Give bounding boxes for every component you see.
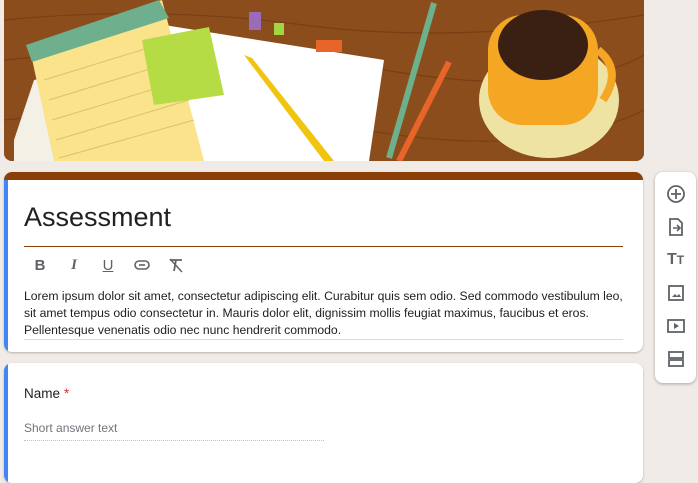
add-title-icon[interactable]: TT — [664, 248, 688, 271]
form-description[interactable]: Lorem ipsum dolor sit amet, consectetur … — [24, 288, 623, 339]
form-title[interactable]: Assessment — [24, 202, 171, 233]
add-section-icon[interactable] — [664, 347, 688, 370]
title-underline — [24, 246, 623, 247]
format-toolbar: B I U — [30, 254, 186, 276]
link-icon[interactable] — [132, 254, 152, 276]
question-title[interactable]: Name * — [24, 386, 69, 401]
header-image — [4, 0, 644, 161]
question-card[interactable]: Name * Short answer text — [4, 363, 643, 483]
active-indicator — [4, 180, 8, 352]
add-video-icon[interactable] — [664, 314, 688, 337]
required-mark: * — [64, 386, 70, 401]
side-toolbar: TT — [655, 172, 696, 383]
import-questions-icon[interactable] — [664, 215, 688, 238]
question-label: Name — [24, 386, 61, 401]
active-indicator — [4, 363, 8, 483]
form-title-card[interactable]: Assessment B I U Lorem ipsum dolor sit a… — [4, 172, 643, 352]
short-answer-field: Short answer text — [24, 421, 324, 441]
bold-icon[interactable]: B — [30, 254, 50, 276]
add-question-icon[interactable] — [664, 182, 688, 205]
italic-icon[interactable]: I — [64, 254, 84, 276]
clear-format-icon[interactable] — [166, 254, 186, 276]
underline-icon[interactable]: U — [98, 254, 118, 276]
add-image-icon[interactable] — [664, 281, 688, 304]
description-underline — [24, 339, 623, 340]
